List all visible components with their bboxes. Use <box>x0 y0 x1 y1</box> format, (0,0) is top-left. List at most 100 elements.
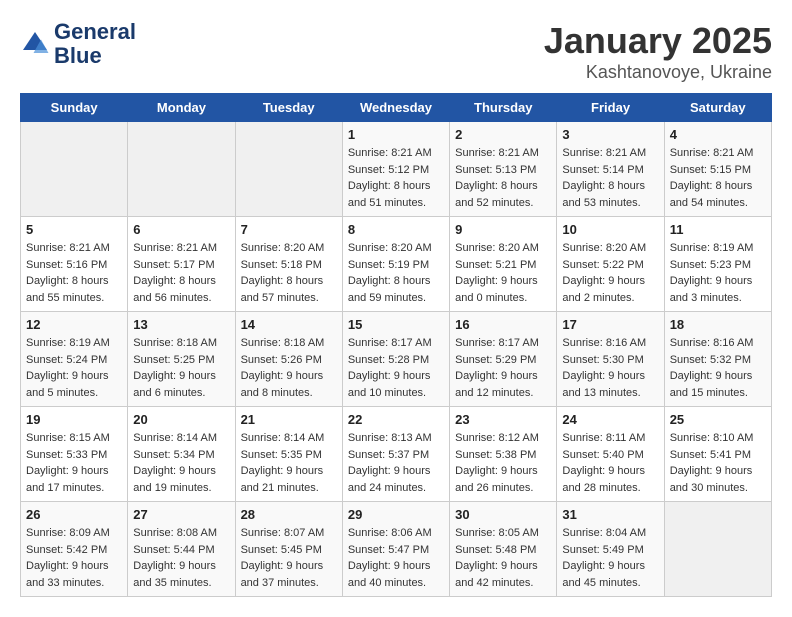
day-number: 26 <box>26 507 122 522</box>
day-info: Sunrise: 8:20 AM Sunset: 5:22 PM Dayligh… <box>562 240 658 306</box>
day-info: Sunrise: 8:17 AM Sunset: 5:29 PM Dayligh… <box>455 335 551 401</box>
day-number: 10 <box>562 222 658 237</box>
weekday-header-tuesday: Tuesday <box>235 94 342 122</box>
day-info: Sunrise: 8:09 AM Sunset: 5:42 PM Dayligh… <box>26 525 122 591</box>
day-number: 24 <box>562 412 658 427</box>
calendar-cell: 9 Sunrise: 8:20 AM Sunset: 5:21 PM Daylig… <box>450 217 557 312</box>
logo-text: General Blue <box>54 20 136 68</box>
day-info: Sunrise: 8:08 AM Sunset: 5:44 PM Dayligh… <box>133 525 229 591</box>
day-number: 7 <box>241 222 337 237</box>
calendar-cell: 16Sunrise: 8:17 AM Sunset: 5:29 PM Dayli… <box>450 312 557 407</box>
calendar-cell: 11Sunrise: 8:19 AM Sunset: 5:23 PM Dayli… <box>664 217 771 312</box>
day-info: Sunrise: 8:16 AM Sunset: 5:32 PM Dayligh… <box>670 335 766 401</box>
calendar-cell: 25 Sunrise: 8:10 AM Sunset: 5:41 PM Dayli… <box>664 407 771 502</box>
weekday-header-sunday: Sunday <box>21 94 128 122</box>
calendar-cell: 29Sunrise: 8:06 AM Sunset: 5:47 PM Dayli… <box>342 502 449 597</box>
calendar-cell: 13Sunrise: 8:18 AM Sunset: 5:25 PM Dayli… <box>128 312 235 407</box>
day-info: Sunrise: 8:20 AM Sunset: 5:19 PM Dayligh… <box>348 240 444 306</box>
day-number: 22 <box>348 412 444 427</box>
day-info: Sunrise: 8:20 AM Sunset: 5:18 PM Dayligh… <box>241 240 337 306</box>
calendar-week-row: 5 Sunrise: 8:21 AM Sunset: 5:16 PM Daylig… <box>21 217 772 312</box>
weekday-header-saturday: Saturday <box>664 94 771 122</box>
calendar-cell: 30Sunrise: 8:05 AM Sunset: 5:48 PM Dayli… <box>450 502 557 597</box>
day-info: Sunrise: 8:10 AM Sunset: 5:41 PM Dayligh… <box>670 430 766 496</box>
day-info: Sunrise: 8:07 AM Sunset: 5:45 PM Dayligh… <box>241 525 337 591</box>
day-number: 21 <box>241 412 337 427</box>
weekday-header-row: SundayMondayTuesdayWednesdayThursdayFrid… <box>21 94 772 122</box>
calendar-title: January 2025 <box>544 20 772 62</box>
day-number: 31 <box>562 507 658 522</box>
day-info: Sunrise: 8:21 AM Sunset: 5:15 PM Dayligh… <box>670 145 766 211</box>
calendar-cell: 20 Sunrise: 8:14 AM Sunset: 5:34 PM Dayli… <box>128 407 235 502</box>
day-info: Sunrise: 8:16 AM Sunset: 5:30 PM Dayligh… <box>562 335 658 401</box>
day-number: 27 <box>133 507 229 522</box>
calendar-cell: 8 Sunrise: 8:20 AM Sunset: 5:19 PM Daylig… <box>342 217 449 312</box>
day-info: Sunrise: 8:11 AM Sunset: 5:40 PM Dayligh… <box>562 430 658 496</box>
logo: General Blue <box>20 20 136 68</box>
calendar-cell: 5 Sunrise: 8:21 AM Sunset: 5:16 PM Daylig… <box>21 217 128 312</box>
calendar-cell: 26 Sunrise: 8:09 AM Sunset: 5:42 PM Dayli… <box>21 502 128 597</box>
day-number: 2 <box>455 127 551 142</box>
calendar-cell: 21 Sunrise: 8:14 AM Sunset: 5:35 PM Dayli… <box>235 407 342 502</box>
calendar-cell: 18 Sunrise: 8:16 AM Sunset: 5:32 PM Dayli… <box>664 312 771 407</box>
calendar-cell: 27 Sunrise: 8:08 AM Sunset: 5:44 PM Dayli… <box>128 502 235 597</box>
day-info: Sunrise: 8:21 AM Sunset: 5:16 PM Dayligh… <box>26 240 122 306</box>
weekday-header-monday: Monday <box>128 94 235 122</box>
day-number: 13 <box>133 317 229 332</box>
weekday-header-friday: Friday <box>557 94 664 122</box>
day-info: Sunrise: 8:21 AM Sunset: 5:14 PM Dayligh… <box>562 145 658 211</box>
day-number: 3 <box>562 127 658 142</box>
day-info: Sunrise: 8:21 AM Sunset: 5:17 PM Dayligh… <box>133 240 229 306</box>
calendar-week-row: 1Sunrise: 8:21 AM Sunset: 5:12 PM Daylig… <box>21 122 772 217</box>
day-number: 5 <box>26 222 122 237</box>
day-number: 14 <box>241 317 337 332</box>
day-info: Sunrise: 8:14 AM Sunset: 5:34 PM Dayligh… <box>133 430 229 496</box>
calendar-cell <box>664 502 771 597</box>
calendar-cell: 17Sunrise: 8:16 AM Sunset: 5:30 PM Dayli… <box>557 312 664 407</box>
calendar-cell <box>21 122 128 217</box>
day-number: 28 <box>241 507 337 522</box>
day-number: 1 <box>348 127 444 142</box>
day-info: Sunrise: 8:13 AM Sunset: 5:37 PM Dayligh… <box>348 430 444 496</box>
day-info: Sunrise: 8:14 AM Sunset: 5:35 PM Dayligh… <box>241 430 337 496</box>
calendar-week-row: 12 Sunrise: 8:19 AM Sunset: 5:24 PM Dayli… <box>21 312 772 407</box>
logo-icon <box>20 29 50 59</box>
calendar-cell: 6Sunrise: 8:21 AM Sunset: 5:17 PM Daylig… <box>128 217 235 312</box>
day-number: 18 <box>670 317 766 332</box>
day-number: 12 <box>26 317 122 332</box>
day-number: 23 <box>455 412 551 427</box>
day-number: 25 <box>670 412 766 427</box>
calendar-week-row: 19 Sunrise: 8:15 AM Sunset: 5:33 PM Dayli… <box>21 407 772 502</box>
day-info: Sunrise: 8:21 AM Sunset: 5:13 PM Dayligh… <box>455 145 551 211</box>
day-number: 9 <box>455 222 551 237</box>
title-block: January 2025 Kashtanovoye, Ukraine <box>544 20 772 83</box>
day-number: 20 <box>133 412 229 427</box>
calendar-cell: 24 Sunrise: 8:11 AM Sunset: 5:40 PM Dayli… <box>557 407 664 502</box>
day-info: Sunrise: 8:20 AM Sunset: 5:21 PM Dayligh… <box>455 240 551 306</box>
calendar-subtitle: Kashtanovoye, Ukraine <box>544 62 772 83</box>
calendar-cell: 4 Sunrise: 8:21 AM Sunset: 5:15 PM Daylig… <box>664 122 771 217</box>
day-number: 8 <box>348 222 444 237</box>
calendar-cell: 15Sunrise: 8:17 AM Sunset: 5:28 PM Dayli… <box>342 312 449 407</box>
calendar-cell: 2 Sunrise: 8:21 AM Sunset: 5:13 PM Daylig… <box>450 122 557 217</box>
calendar-cell: 22 Sunrise: 8:13 AM Sunset: 5:37 PM Dayli… <box>342 407 449 502</box>
calendar-week-row: 26 Sunrise: 8:09 AM Sunset: 5:42 PM Dayli… <box>21 502 772 597</box>
day-number: 29 <box>348 507 444 522</box>
calendar-cell: 1Sunrise: 8:21 AM Sunset: 5:12 PM Daylig… <box>342 122 449 217</box>
day-info: Sunrise: 8:17 AM Sunset: 5:28 PM Dayligh… <box>348 335 444 401</box>
day-info: Sunrise: 8:18 AM Sunset: 5:26 PM Dayligh… <box>241 335 337 401</box>
day-info: Sunrise: 8:19 AM Sunset: 5:24 PM Dayligh… <box>26 335 122 401</box>
calendar-cell: 14 Sunrise: 8:18 AM Sunset: 5:26 PM Dayli… <box>235 312 342 407</box>
day-number: 19 <box>26 412 122 427</box>
calendar-cell: 12 Sunrise: 8:19 AM Sunset: 5:24 PM Dayli… <box>21 312 128 407</box>
day-info: Sunrise: 8:15 AM Sunset: 5:33 PM Dayligh… <box>26 430 122 496</box>
calendar-cell <box>128 122 235 217</box>
day-number: 11 <box>670 222 766 237</box>
calendar-cell: 28 Sunrise: 8:07 AM Sunset: 5:45 PM Dayli… <box>235 502 342 597</box>
weekday-header-wednesday: Wednesday <box>342 94 449 122</box>
day-info: Sunrise: 8:05 AM Sunset: 5:48 PM Dayligh… <box>455 525 551 591</box>
day-number: 4 <box>670 127 766 142</box>
calendar-cell: 31Sunrise: 8:04 AM Sunset: 5:49 PM Dayli… <box>557 502 664 597</box>
page-header: General Blue January 2025 Kashtanovoye, … <box>20 20 772 83</box>
calendar-cell: 23Sunrise: 8:12 AM Sunset: 5:38 PM Dayli… <box>450 407 557 502</box>
